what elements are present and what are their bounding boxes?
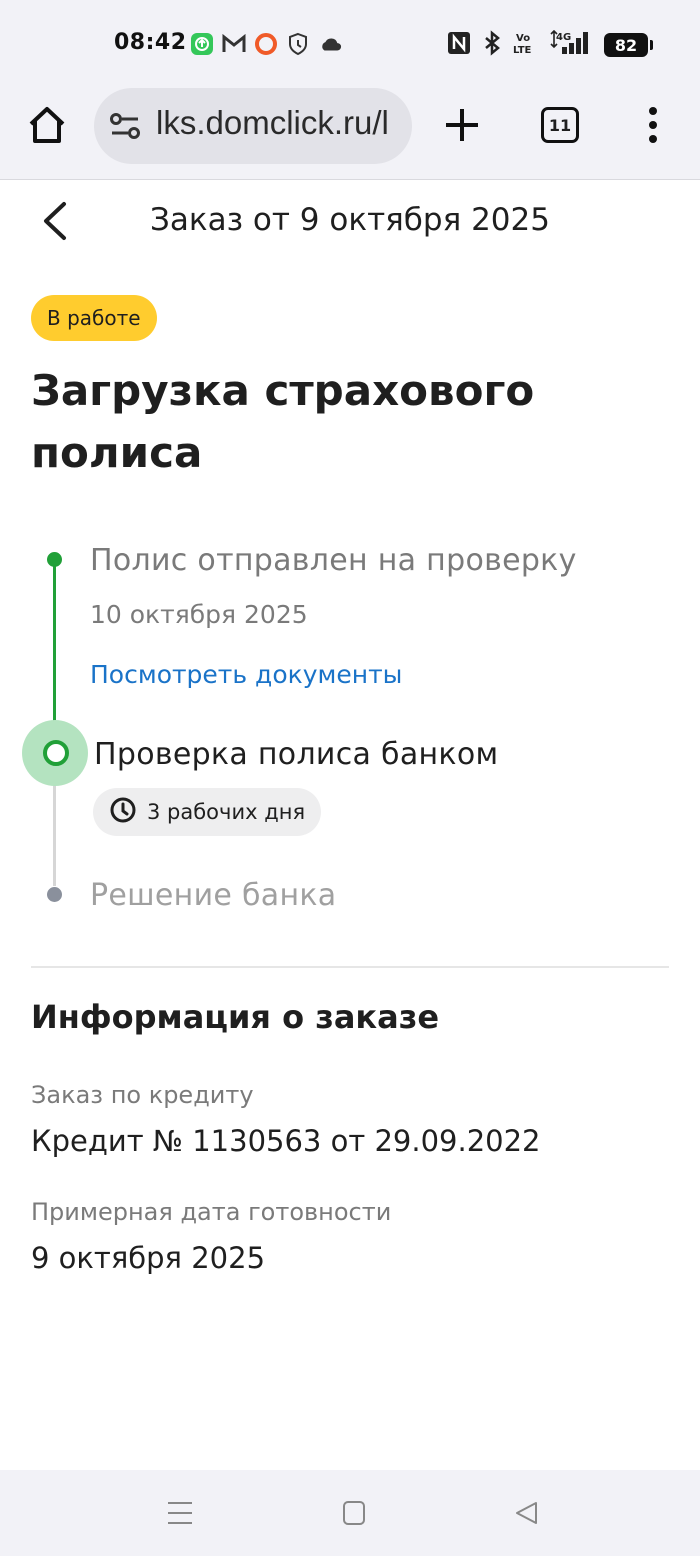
step-current-marker xyxy=(43,740,69,766)
url-text: lks.domclick.ru/l xyxy=(156,104,389,141)
tab-switcher-button[interactable]: 11 xyxy=(541,107,579,143)
battery-level: 82 xyxy=(614,35,638,55)
gmail-icon xyxy=(222,32,246,56)
step-pending-dot xyxy=(47,887,62,902)
order-title: Загрузка страхового полиса xyxy=(31,366,535,477)
recents-icon[interactable] xyxy=(166,1500,194,1526)
info-heading: Информация о заказе xyxy=(31,998,440,1036)
step-title: Решение банка xyxy=(90,878,337,913)
nfc-icon xyxy=(446,30,472,60)
duration-chip: 3 рабочих дня xyxy=(93,788,322,836)
record-icon xyxy=(254,32,278,56)
home-icon[interactable] xyxy=(26,104,68,146)
ready-date-label: Примерная дата готовности xyxy=(31,1198,392,1226)
signal-4g-icon: 4G xyxy=(548,29,594,60)
credit-label: Заказ по кредиту xyxy=(31,1081,254,1109)
browser-toolbar: lks.domclick.ru/l 11 xyxy=(0,88,700,180)
svg-text:LTE: LTE xyxy=(513,45,532,56)
home-nav-icon[interactable] xyxy=(342,1500,366,1526)
step-date: 10 октября 2025 xyxy=(90,600,308,629)
view-documents-link[interactable]: Посмотреть документы xyxy=(90,660,402,689)
step-title: Проверка полиса банком xyxy=(94,737,499,772)
system-nav-bar xyxy=(0,1470,700,1556)
notification-icons xyxy=(190,32,342,56)
new-tab-icon[interactable] xyxy=(442,105,482,145)
more-menu-icon[interactable] xyxy=(640,105,666,145)
page-title: Заказ от 9 октября 2025 xyxy=(150,202,550,238)
duration-text: 3 рабочих дня xyxy=(147,800,306,824)
credit-value: Кредит № 1130563 от 29.09.2022 xyxy=(31,1124,541,1158)
svg-text:4G: 4G xyxy=(556,32,571,43)
ready-date-value: 9 октября 2025 xyxy=(31,1241,266,1275)
site-settings-icon[interactable] xyxy=(108,112,142,144)
timeline-pending-line xyxy=(53,770,56,886)
status-bar: 08:42 Vo LTE 4G 82 xyxy=(0,0,700,88)
step-title: Полис отправлен на проверку xyxy=(90,543,577,578)
address-bar[interactable]: lks.domclick.ru/l xyxy=(94,88,412,164)
vpn-shield-icon xyxy=(286,32,310,56)
back-nav-icon[interactable] xyxy=(514,1500,540,1526)
system-icons: Vo LTE 4G 82 xyxy=(446,29,653,60)
divider xyxy=(31,966,669,968)
cloud-icon xyxy=(318,32,342,56)
clock-icon xyxy=(109,796,137,828)
svg-text:Vo: Vo xyxy=(516,33,530,44)
step-done-dot xyxy=(47,552,62,567)
status-time: 08:42 xyxy=(114,30,187,55)
volte-icon: Vo LTE xyxy=(512,30,538,60)
bluetooth-icon xyxy=(482,30,502,60)
sync-icon xyxy=(190,32,214,56)
battery-icon: 82 xyxy=(604,33,653,57)
status-badge: В работе xyxy=(31,295,157,341)
